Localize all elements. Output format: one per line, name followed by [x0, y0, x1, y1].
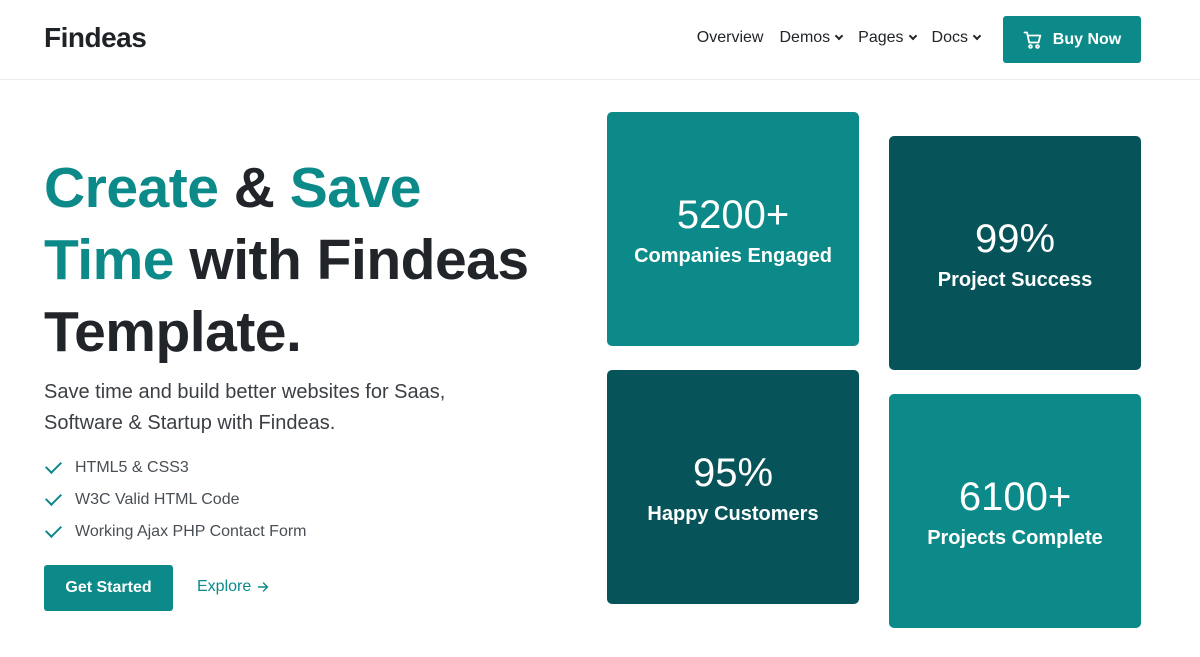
chevron-down-icon	[972, 31, 982, 41]
stat-card-customers: 95% Happy Customers	[607, 370, 859, 604]
site-header: Findeas Overview Demos Pages Docs Buy No…	[0, 0, 1200, 80]
hero-title-word: Create	[44, 156, 219, 220]
nav-item-label: Demos	[779, 29, 831, 46]
get-started-button[interactable]: Get Started	[44, 565, 173, 611]
feature-item: W3C Valid HTML Code	[44, 484, 307, 516]
stat-value: 5200+	[676, 192, 790, 237]
nav-item-overview[interactable]: Overview	[697, 29, 764, 47]
hero-title-word: with Findeas	[174, 228, 529, 292]
hero-title-word: Template.	[44, 300, 302, 364]
chevron-down-icon	[908, 31, 917, 41]
check-icon	[45, 520, 62, 538]
explore-link[interactable]: Explore	[197, 578, 269, 596]
check-icon	[45, 488, 62, 506]
nav-item-label: Pages	[858, 29, 904, 46]
nav-item-demos[interactable]: Demos	[779, 29, 844, 47]
feature-list: HTML5 & CSS3 W3C Valid HTML Code Working…	[44, 452, 307, 548]
arrow-right-icon	[257, 581, 269, 593]
nav-item-label: Docs	[931, 29, 968, 46]
check-icon	[45, 456, 62, 474]
explore-label: Explore	[197, 578, 252, 595]
feature-label: W3C Valid HTML Code	[75, 491, 240, 508]
hero-title-word: &	[218, 156, 290, 220]
stat-label: Companies Engaged	[634, 244, 832, 267]
chevron-down-icon	[834, 31, 844, 41]
buy-now-label: Buy Now	[1052, 30, 1122, 48]
hero-lead: Save time and build better websites for …	[44, 381, 446, 434]
main-nav: Overview Demos Pages Docs	[697, 29, 982, 47]
hero-title-word: Save	[289, 156, 422, 220]
hero-title-word: Time	[44, 228, 175, 292]
feature-label: HTML5 & CSS3	[75, 459, 189, 476]
feature-label: Working Ajax PHP Contact Form	[75, 523, 307, 540]
site-logo[interactable]: Findeas	[44, 22, 147, 54]
nav-item-docs[interactable]: Docs	[931, 29, 982, 47]
stat-label: Project Success	[937, 268, 1093, 291]
stat-value: 95%	[692, 450, 774, 495]
nav-item-pages[interactable]: Pages	[858, 29, 917, 47]
stat-label: Happy Customers	[647, 502, 819, 525]
hero-title: Create & Save Time with Findeas Template…	[44, 152, 529, 368]
stat-card-projects: 6100+ Projects Complete	[889, 394, 1141, 628]
feature-item: Working Ajax PHP Contact Form	[44, 516, 307, 548]
stat-value: 99%	[974, 216, 1056, 261]
cart-icon	[1023, 30, 1043, 50]
feature-item: HTML5 & CSS3	[44, 452, 307, 484]
stat-card-companies: 5200+ Companies Engaged	[607, 112, 859, 346]
nav-item-label: Overview	[696, 29, 764, 46]
buy-now-button[interactable]: Buy Now	[1003, 16, 1141, 63]
stat-value: 6100+	[958, 474, 1072, 519]
stat-card-success: 99% Project Success	[889, 136, 1141, 370]
stat-label: Projects Complete	[927, 526, 1103, 549]
